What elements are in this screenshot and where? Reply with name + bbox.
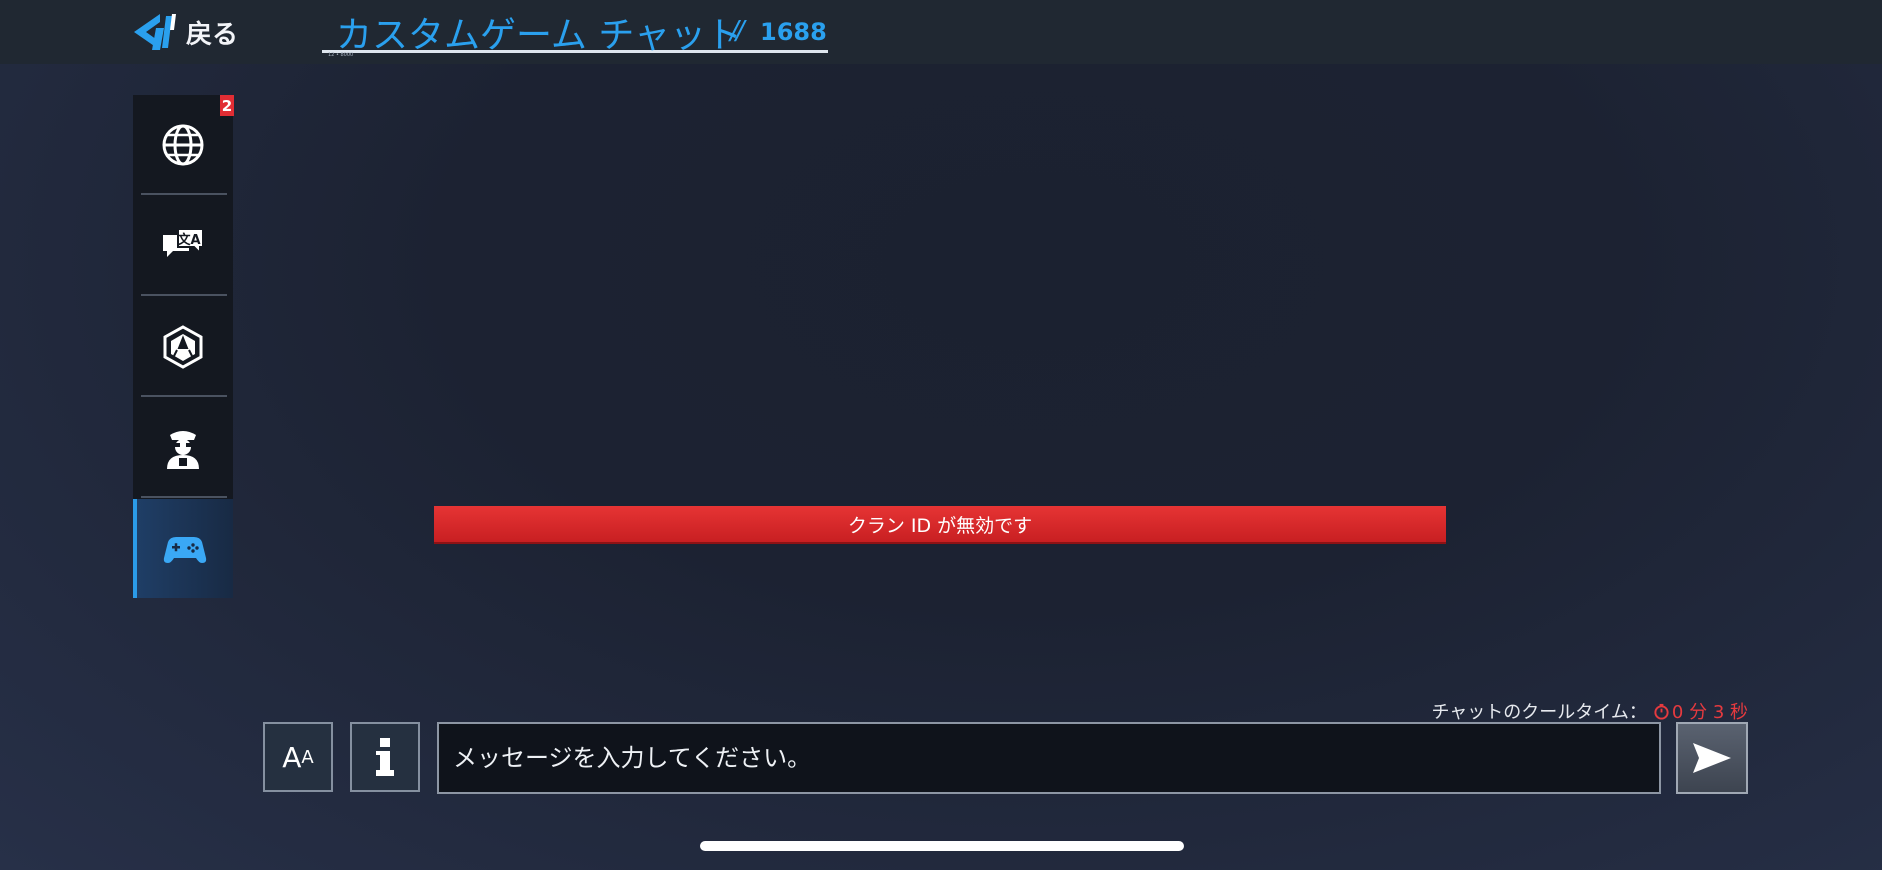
soldier-icon — [167, 431, 199, 469]
sidebar-divider — [141, 193, 227, 195]
back-label: 戻る — [186, 19, 239, 50]
timer-icon — [1654, 703, 1669, 720]
svg-text:文A: 文A — [177, 232, 200, 248]
sidebar-item-clan-chat[interactable] — [133, 297, 233, 397]
gamepad-icon — [163, 536, 207, 563]
cooldown-label: チャットのクールタイム： — [1431, 702, 1647, 723]
globe-icon — [162, 124, 204, 166]
page-title-block: カスタムゲーム チャット // 1688 — [322, 4, 828, 56]
channel-sidebar: 文A — [133, 95, 233, 598]
message-input[interactable] — [437, 722, 1661, 794]
sidebar-item-translate-chat[interactable]: 文A — [133, 196, 233, 296]
font-size-label-small: A — [301, 746, 314, 768]
translate-chat-icon: 文A — [163, 228, 204, 257]
send-icon — [1693, 743, 1731, 773]
sidebar-divider — [141, 395, 227, 397]
cooldown-time: 0 分 3 秒 — [1671, 702, 1748, 723]
title-separator: // — [730, 16, 744, 46]
cooldown-value-wrap: 0 分 3 秒 — [1653, 698, 1748, 724]
notification-badge: 2 — [220, 95, 234, 116]
font-size-button[interactable]: AA — [263, 722, 333, 792]
clan-emblem-icon — [163, 325, 203, 369]
info-button[interactable] — [350, 722, 420, 792]
top-bar: 戻る カスタムゲーム チャット // 1688 12 • 8000 — [0, 0, 1882, 64]
online-count: 1688 — [760, 18, 827, 46]
game-logo-icon — [134, 14, 176, 50]
error-banner: クラン ID が無効です — [434, 506, 1446, 544]
page-title: カスタムゲーム チャット — [336, 15, 743, 56]
sidebar-item-world-chat[interactable] — [133, 95, 233, 195]
sidebar-divider — [141, 496, 227, 498]
font-size-label-large: A — [282, 740, 302, 774]
title-subtext: 12 • 8000 — [328, 52, 354, 58]
send-button[interactable] — [1676, 722, 1748, 794]
sidebar-divider — [141, 294, 227, 296]
back-button[interactable]: 戻る — [130, 10, 238, 54]
sidebar-item-custom-game-chat[interactable] — [133, 499, 233, 598]
sidebar-item-team-chat[interactable] — [133, 398, 233, 498]
info-icon — [376, 738, 394, 776]
cooldown-status: チャットのクールタイム： 0 分 3 秒 — [1431, 698, 1748, 724]
home-indicator[interactable] — [700, 841, 1184, 851]
